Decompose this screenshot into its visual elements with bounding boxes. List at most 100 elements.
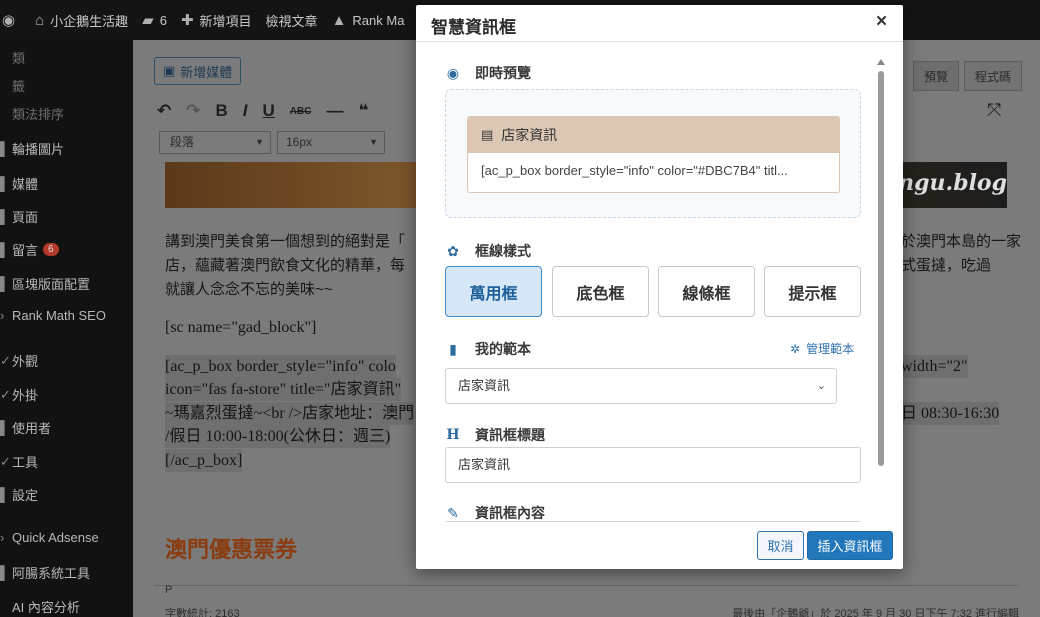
strikethrough-icon[interactable]: ABC xyxy=(290,106,312,117)
shortcode-block-line-right: 日 08:30-16:30 xyxy=(901,402,1000,425)
style-option-line[interactable]: 線條框 xyxy=(658,266,755,317)
sidebar-item-system-tools[interactable]: ▌ 阿腸系統工具 xyxy=(0,563,133,582)
adminbar-site[interactable]: ⌂ 小企鵝生活趣 xyxy=(35,11,128,30)
preview-infobox-header: ▤ 店家資訊 xyxy=(468,117,839,153)
bold-icon[interactable]: B xyxy=(216,101,228,121)
border-style-label-text: 框線樣式 xyxy=(475,243,531,259)
tab-code[interactable]: 程式碼 xyxy=(964,61,1022,91)
gear-icon: ✲ xyxy=(790,341,801,356)
sidebar-item-plugins[interactable]: ✓ 外掛 xyxy=(0,385,133,404)
sidebar-item-label: 阿腸系統工具 xyxy=(12,566,91,581)
template-select-value: 店家資訊 xyxy=(458,378,511,393)
sidebar-item-label: 外掛 xyxy=(12,388,39,403)
section-heading: 澳門優惠票券 xyxy=(165,537,298,562)
paragraph-line: 店，蘊藏著澳門飲食文化的精華，每 xyxy=(165,257,406,274)
adminbar-new-label: 新增項目 xyxy=(199,13,252,29)
shortcode-block-line: [/ac_p_box] xyxy=(165,449,243,472)
sidebar-bullet: ▌ xyxy=(0,487,10,502)
paragraph-line-right: 於澳門本島的一家 xyxy=(901,233,1022,250)
sidebar-item-sort[interactable]: 類法排序 xyxy=(0,104,133,123)
template-label-text: 我的範本 xyxy=(475,341,531,357)
plus-icon: ✚ xyxy=(180,12,194,29)
adminbar-comments-count: 6 xyxy=(159,12,167,28)
shortcode-block-line: /假日 10:00-18:00(公休日：週三) xyxy=(165,425,391,448)
adminbar-rankmath[interactable]: ▲ Rank Ma xyxy=(332,12,405,29)
sidebar-item-label: 外觀 xyxy=(12,354,39,369)
title-section-label: H 資訊框標題 xyxy=(445,425,545,445)
sidebar-bullet: ✓ xyxy=(0,453,11,469)
sidebar-item-quick-adsense[interactable]: › Quick Adsense xyxy=(0,530,133,545)
sidebar-item-label: 類法排序 xyxy=(12,107,65,122)
chevron-down-icon: ▼ xyxy=(255,137,264,147)
adminbar-new[interactable]: ✚ 新增項目 xyxy=(181,11,252,30)
format-select-value: 段落 xyxy=(170,135,195,149)
style-option-filled[interactable]: 底色框 xyxy=(552,266,649,317)
quote-icon[interactable]: ❝ xyxy=(358,101,368,121)
sidebar-item-tags[interactable]: 籤 xyxy=(0,76,133,95)
preview-infobox-content: [ac_p_box border_style="info" color="#DB… xyxy=(481,163,788,178)
fullscreen-icon[interactable]: ⤧ xyxy=(987,100,1001,121)
sidebar-bullet: ▌ xyxy=(0,176,10,191)
home-icon: ⌂ xyxy=(35,11,45,29)
shortcode-block-line: [ac_p_box border_style="info" colo xyxy=(165,355,396,378)
infobox-title-input[interactable]: 店家資訊 xyxy=(445,447,861,483)
adminbar-wp[interactable]: ◉ xyxy=(2,11,21,29)
sidebar-item-slider[interactable]: ▌ 輪播圖片 xyxy=(0,139,133,158)
template-select[interactable]: 店家資訊 ⌄ xyxy=(445,368,837,404)
sidebar-item-block-layout[interactable]: ▌ 區塊版面配置 xyxy=(0,274,133,293)
sidebar-bullet: ▌ xyxy=(0,565,10,580)
title-label-text: 資訊框標題 xyxy=(475,427,545,443)
sidebar-item-label: 籤 xyxy=(12,79,26,94)
sidebar-item-label: 輪播圖片 xyxy=(12,142,65,157)
sidebar-item-appearance[interactable]: ✓ 外觀 xyxy=(0,351,133,370)
sidebar-bullet: › xyxy=(0,308,5,323)
sidebar-item-pages[interactable]: ▌ 頁面 xyxy=(0,207,133,226)
cancel-button[interactable]: 取消 xyxy=(757,531,804,560)
sidebar-item-tools[interactable]: ✓ 工具 xyxy=(0,452,133,471)
shortcode-block-line-right: width="2" xyxy=(901,355,968,378)
dialog-body[interactable]: ◉ 即時預覽 ▤ 店家資訊 [ac_p_box border_style="in… xyxy=(416,43,903,522)
preview-section-label: ◉ 即時預覽 xyxy=(445,63,531,83)
style-option-universal[interactable]: 萬用框 xyxy=(445,266,542,317)
element-path: P xyxy=(165,584,173,596)
comments-count-badge: 6 xyxy=(43,243,59,256)
redo-icon[interactable]: ↷ xyxy=(186,101,200,121)
sidebar-item-categories[interactable]: 類 xyxy=(0,48,133,67)
sidebar-item-settings[interactable]: ▌ 設定 xyxy=(0,485,133,504)
scroll-thumb[interactable] xyxy=(878,71,884,466)
palette-icon: ✿ xyxy=(447,242,459,259)
sidebar-item-users[interactable]: ▌ 使用者 xyxy=(0,418,133,437)
undo-icon[interactable]: ↶ xyxy=(157,101,171,121)
font-size-select[interactable]: 16px ▼ xyxy=(277,131,385,154)
dialog-footer: 取消 插入資訊框 xyxy=(416,522,903,569)
style-option-tip[interactable]: 提示框 xyxy=(764,266,861,317)
sidebar-item-ai-analysis[interactable]: AI 內容分析 xyxy=(0,597,133,616)
border-style-section-label: ✿ 框線樣式 xyxy=(445,241,531,261)
sidebar-item-rankmath[interactable]: › Rank Math SEO xyxy=(0,308,133,323)
adminbar-view-label: 檢視文章 xyxy=(265,13,318,29)
adminbar-comments[interactable]: ▰ 6 xyxy=(142,11,167,29)
sidebar-item-label: 使用者 xyxy=(12,421,52,436)
manage-templates-link[interactable]: ✲ 管理範本 xyxy=(790,340,854,357)
italic-icon[interactable]: I xyxy=(243,101,248,121)
close-icon[interactable]: × xyxy=(876,11,887,33)
sidebar-item-media[interactable]: ▌ 媒體 xyxy=(0,174,133,193)
scroll-up-arrow[interactable] xyxy=(877,59,885,65)
dialog-scrollbar[interactable] xyxy=(875,59,887,519)
manage-templates-label: 管理範本 xyxy=(806,342,855,356)
tab-visual[interactable]: 預覽 xyxy=(913,61,959,91)
sidebar-item-label: 類 xyxy=(12,51,26,66)
banner-watermark: ngu.blog xyxy=(898,170,1007,196)
dialog-header: 智慧資訊框 × xyxy=(416,5,903,42)
live-preview-area: ▤ 店家資訊 [ac_p_box border_style="info" col… xyxy=(445,89,861,218)
insert-infobox-button[interactable]: 插入資訊框 xyxy=(807,531,893,560)
sidebar-item-comments[interactable]: ▌ 留言 6 xyxy=(0,240,133,259)
paragraph-format-select[interactable]: 段落 ▼ xyxy=(159,131,271,154)
adminbar-view-post[interactable]: 檢視文章 xyxy=(266,11,318,30)
underline-icon[interactable]: U xyxy=(263,101,275,121)
sidebar-item-label: 媒體 xyxy=(12,177,39,192)
paragraph-line: 講到澳門美食第一個想到的絕對是「 xyxy=(165,233,406,250)
sidebar-bullet: ▌ xyxy=(0,420,10,435)
add-media-button[interactable]: ▣ 新增媒體 xyxy=(154,57,242,85)
horizontal-line-icon[interactable]: — xyxy=(326,101,343,121)
